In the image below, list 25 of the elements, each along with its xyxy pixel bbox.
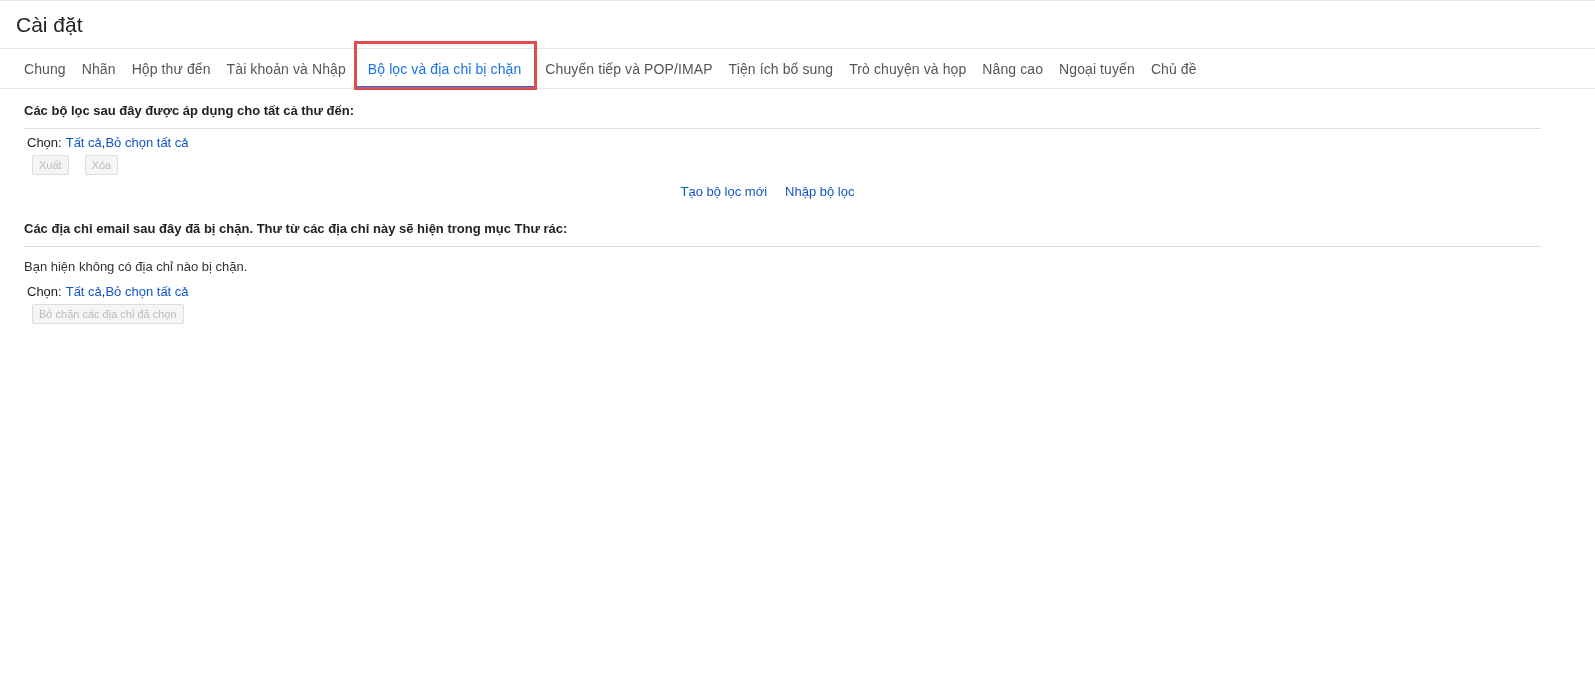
settings-tab[interactable]: Tiện ích bổ sung (720, 49, 842, 88)
section-heading: Các địa chỉ email sau đây đã bị chặn. Thư từ các địa chỉ này sẽ hiện trong mục Thư rác: (24, 207, 1541, 247)
settings-tab[interactable]: Ngoại tuyến (1051, 49, 1143, 88)
settings-tab[interactable]: Nâng cao (974, 49, 1052, 88)
empty-message: Bạn hiện không có địa chỉ nào bị chặn. (24, 259, 249, 274)
deselect-all-link[interactable]: Bỏ chọn tất cả (105, 284, 189, 299)
separator: , (101, 284, 106, 299)
filter-link[interactable]: Tạo bộ lọc mới (680, 184, 768, 199)
separator: , (101, 135, 106, 150)
deselect-all-link[interactable]: Bỏ chọn tất cả (105, 135, 189, 150)
select-label: Chọn: (27, 284, 62, 299)
settings-tab[interactable]: Hộp thư đến (123, 49, 219, 88)
page-title: Cài đặt (16, 13, 84, 37)
settings-tab[interactable]: Chủ đề (1142, 49, 1205, 88)
select-label: Chọn: (27, 135, 62, 150)
settings-tab[interactable]: Nhãn (73, 49, 124, 88)
select-all-link[interactable]: Tất cả (65, 284, 102, 299)
settings-tab[interactable]: Chung (16, 49, 74, 88)
settings-tab[interactable]: Chuyển tiếp và POP/IMAP (537, 49, 721, 88)
settings-tab[interactable]: Bộ lọc và địa chỉ bị chặn (355, 43, 536, 88)
settings-tab[interactable]: Trò chuyện và họp (841, 49, 975, 88)
section-heading: Các bộ lọc sau đây được áp dụng cho tất cả thư đến: (24, 89, 1541, 129)
settings-tab[interactable]: Tài khoản và Nhập (218, 49, 354, 88)
select-all-link[interactable]: Tất cả (65, 135, 102, 150)
filter-link[interactable]: Nhập bộ lọc (785, 184, 855, 199)
